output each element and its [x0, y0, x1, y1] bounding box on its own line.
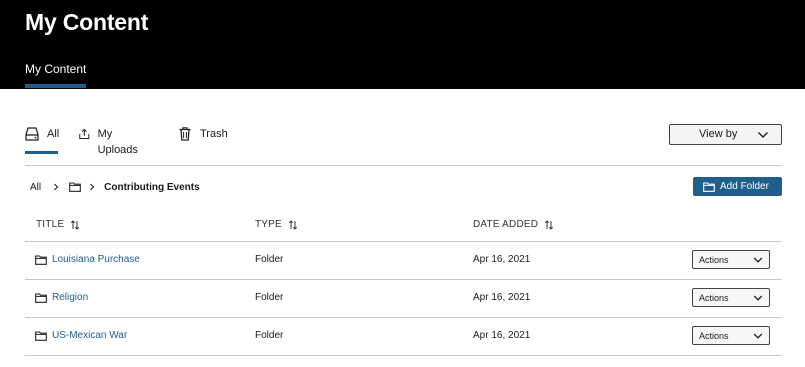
row-title-link[interactable]: Religion: [35, 292, 88, 303]
breadcrumb: All Contributing Events: [30, 180, 200, 194]
page-title: My Content: [25, 9, 149, 35]
table-row-divider: [25, 241, 782, 242]
chevron-down-icon: [753, 257, 763, 263]
page-header: My Content My Content: [0, 0, 805, 89]
sort-icon: [71, 219, 80, 230]
trash-icon: [179, 127, 191, 141]
row-actions-label: Actions: [699, 331, 729, 341]
row-actions-label: Actions: [699, 255, 729, 265]
row-actions-dropdown[interactable]: Actions: [692, 250, 770, 269]
folder-icon: [35, 292, 47, 303]
chevron-down-icon: [753, 333, 763, 339]
tab-all[interactable]: All: [25, 126, 59, 154]
tab-all-label: All: [47, 128, 60, 140]
column-header-date-added[interactable]: DATE ADDED: [473, 219, 554, 230]
row-title: US-Mexican War: [52, 330, 128, 341]
column-header-type[interactable]: TYPE: [255, 219, 298, 230]
row-date-added: Apr 16, 2021: [473, 254, 531, 265]
row-title-link[interactable]: Louisiana Purchase: [35, 254, 140, 265]
view-by-dropdown[interactable]: View by: [669, 124, 782, 145]
folder-icon: [35, 330, 47, 341]
tab-trash-label: Trash: [200, 128, 228, 140]
column-header-title[interactable]: TITLE: [36, 219, 80, 230]
column-header-title-label: TITLE: [36, 219, 65, 230]
active-tab-indicator: [25, 84, 86, 88]
row-title-link[interactable]: US-Mexican War: [35, 330, 127, 341]
row-date-added: Apr 16, 2021: [473, 292, 531, 303]
folder-icon: [35, 254, 47, 265]
add-folder-label: Add Folder: [720, 181, 769, 192]
breadcrumb-all[interactable]: All: [30, 182, 41, 193]
row-date-added: Apr 16, 2021: [473, 330, 531, 341]
row-title: Religion: [52, 292, 89, 303]
sort-icon: [545, 219, 554, 230]
sort-icon: [288, 219, 297, 230]
chevron-down-icon: [753, 295, 763, 301]
column-header-type-label: TYPE: [255, 219, 282, 230]
breadcrumb-current: Contributing Events: [104, 181, 200, 193]
chevron-right-icon: [54, 183, 59, 191]
row-title: Louisiana Purchase: [52, 254, 140, 265]
chevron-right-icon: [90, 183, 95, 191]
upload-icon: [79, 128, 90, 140]
row-actions-label: Actions: [699, 293, 729, 303]
drive-icon: [25, 127, 39, 141]
table-row-divider: [25, 317, 782, 318]
tab-my-content[interactable]: My Content: [25, 62, 86, 76]
row-actions-dropdown[interactable]: Actions: [692, 326, 770, 345]
tab-my-uploads-label: My Uploads: [97, 128, 138, 156]
column-header-date-added-label: DATE ADDED: [473, 219, 539, 230]
table-row-divider: [25, 355, 782, 356]
view-by-label: View by: [699, 128, 738, 140]
row-type: Folder: [255, 330, 284, 341]
row-actions-dropdown[interactable]: Actions: [692, 288, 770, 307]
tab-trash[interactable]: Trash: [178, 126, 228, 154]
tab-my-uploads[interactable]: My Uploads: [79, 126, 141, 156]
section-divider: [25, 165, 782, 166]
table-row-divider: [25, 279, 782, 280]
chevron-down-icon: [758, 132, 768, 138]
row-type: Folder: [255, 292, 284, 303]
folder-icon[interactable]: [69, 182, 81, 192]
active-subtab-indicator: [25, 151, 58, 154]
folder-icon: [703, 182, 715, 192]
add-folder-button[interactable]: Add Folder: [693, 177, 782, 196]
row-type: Folder: [255, 254, 284, 265]
